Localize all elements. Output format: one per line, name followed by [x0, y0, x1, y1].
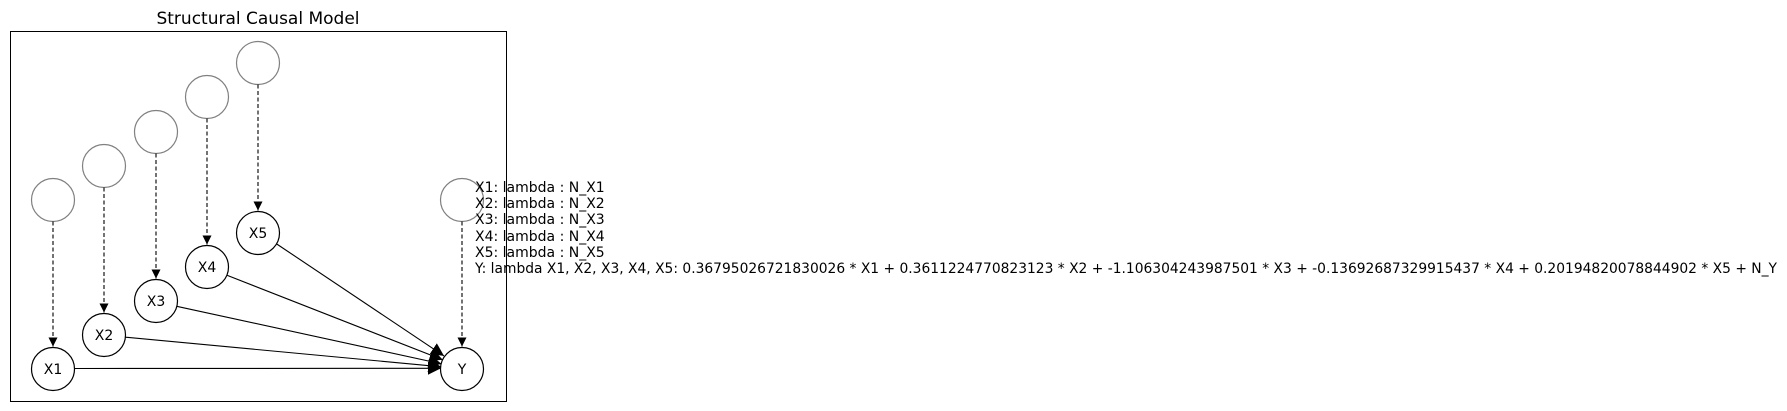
edge-x3-y: [176, 305, 442, 368]
equation-x4: X4: lambda : N_X4: [475, 229, 605, 245]
noise-node-x5: [235, 40, 281, 86]
edge-x5-y: [275, 243, 445, 357]
node-x2-label: X2: [95, 328, 114, 344]
node-x1: X1: [30, 346, 76, 392]
noise-node-x2: [81, 143, 127, 189]
node-y: Y: [439, 346, 485, 392]
node-x3: X3: [133, 278, 179, 324]
causal-diagram: Structural Causal Model X1 X2 X3 X4 X5 Y…: [10, 9, 1777, 402]
noise-node-x4: [184, 74, 230, 120]
edge-x4-y: [227, 274, 443, 362]
noise-node-x3: [133, 109, 179, 155]
node-x1-label: X1: [44, 362, 63, 378]
equation-x5: X5: lambda : N_X5: [475, 245, 605, 261]
noise-node-x1: [30, 177, 76, 223]
node-x5: X5: [235, 210, 281, 256]
node-x2: X2: [81, 312, 127, 358]
equation-x2: X2: lambda : N_X2: [475, 196, 605, 212]
node-x3-label: X3: [147, 294, 166, 310]
diagram-title: Structural Causal Model: [156, 9, 359, 29]
node-x5-label: X5: [249, 226, 268, 242]
edge-x2-y: [125, 336, 442, 373]
node-x4: X4: [184, 244, 230, 290]
node-y-label: Y: [457, 362, 467, 378]
equations-block: X1: lambda : N_X1 X2: lambda : N_X2 X3: …: [474, 180, 1777, 277]
equation-x1: X1: lambda : N_X1: [475, 180, 605, 196]
equation-y: Y: lambda X1, X2, X3, X4, X5: 0.36795026…: [474, 261, 1777, 277]
node-x4-label: X4: [198, 260, 217, 276]
equation-x3: X3: lambda : N_X3: [475, 212, 605, 228]
